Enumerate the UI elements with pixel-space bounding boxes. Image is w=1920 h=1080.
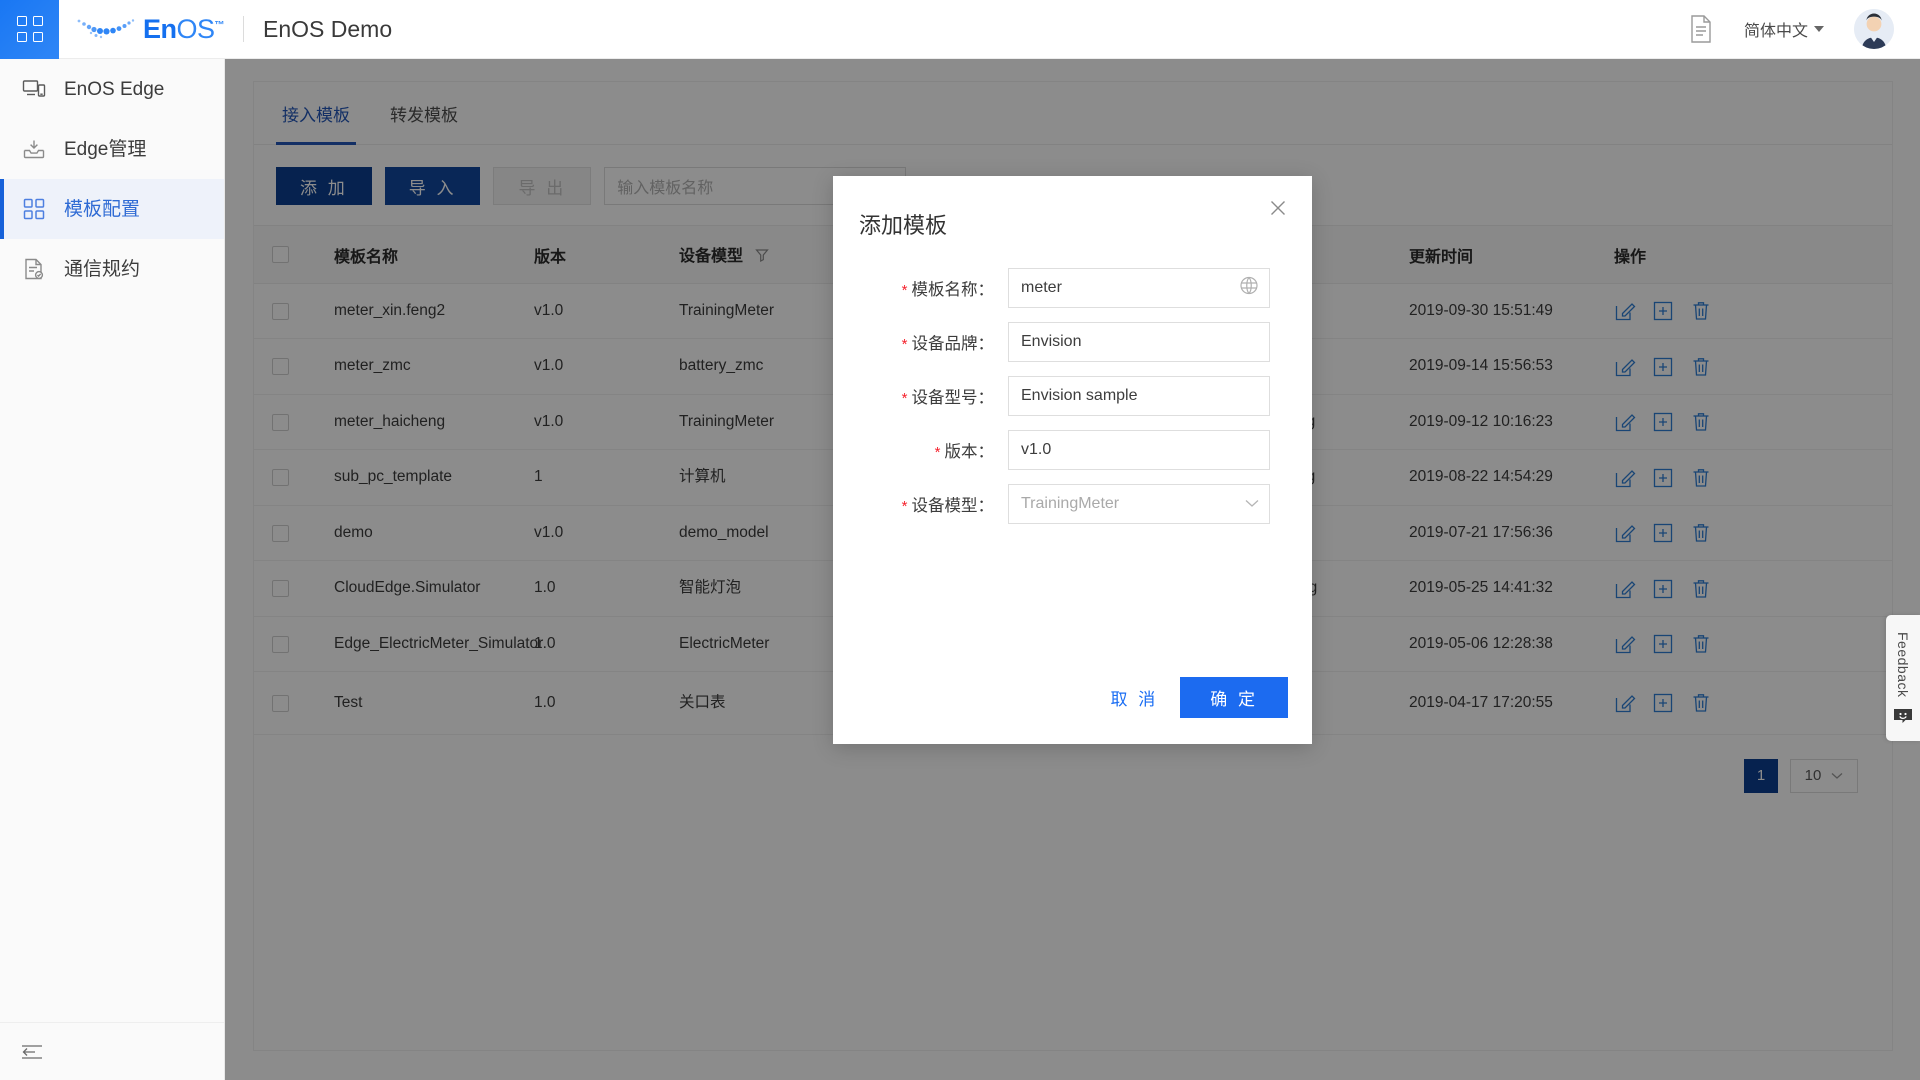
language-label: 简体中文: [1743, 23, 1808, 40]
grid-blocks-icon: [22, 197, 46, 221]
required-asterisk: *: [901, 282, 908, 299]
document-check-icon: [22, 257, 46, 281]
form-row-device-model: * 设备模型： TrainingMeter: [833, 484, 1270, 524]
template-form: * 模板名称： meter * 设备品牌： Envision * 设备型号： E…: [833, 240, 1312, 524]
inbox-download-icon: [22, 137, 46, 161]
label-device-model-no: * 设备型号：: [833, 384, 1008, 408]
sidebar-item-label: Edge管理: [64, 138, 147, 160]
feedback-tab[interactable]: Feedback: [1886, 615, 1920, 741]
chevron-down-icon: [1245, 495, 1259, 513]
input-device-model-no[interactable]: Envision sample: [1008, 376, 1270, 416]
header-actions: 简体中文: [1688, 9, 1920, 49]
brand-wordmark: EnOS™: [143, 13, 225, 45]
edge-device-icon: [22, 77, 46, 101]
input-value: Envision sample: [1021, 387, 1138, 404]
brand: EnOS™ EnOS Demo: [75, 14, 392, 45]
feedback-label: Feedback: [1895, 632, 1911, 698]
label-text: 版本：: [944, 443, 995, 461]
document-icon[interactable]: [1688, 14, 1714, 44]
brand-tm: ™: [214, 19, 225, 31]
form-row-device-model-no: * 设备型号： Envision sample: [833, 376, 1270, 416]
close-icon[interactable]: [1266, 198, 1290, 222]
form-row-device-brand: * 设备品牌： Envision: [833, 322, 1270, 362]
label-text: 设备品牌：: [911, 335, 995, 353]
input-device-brand[interactable]: Envision: [1008, 322, 1270, 362]
label-text: 模板名称：: [911, 281, 995, 299]
input-version[interactable]: v1.0: [1008, 430, 1270, 470]
sidebar-item-edge-management[interactable]: Edge管理: [0, 119, 224, 179]
sidebar-item-label: 通信规约: [64, 258, 141, 280]
sidebar-footer: [0, 1022, 224, 1080]
sidebar-item-label: 模板配置: [64, 198, 141, 220]
grid-apps-icon: [16, 16, 43, 42]
page-title: EnOS Demo: [263, 15, 393, 42]
required-asterisk: *: [901, 498, 908, 515]
required-asterisk: *: [901, 390, 908, 407]
collapse-left-icon[interactable]: [20, 1042, 44, 1062]
sidebar-item-label: EnOS Edge: [64, 78, 165, 100]
sidebar-item-communication-protocol[interactable]: 通信规约: [0, 239, 224, 299]
input-value: v1.0: [1021, 441, 1052, 458]
required-asterisk: *: [901, 336, 908, 353]
required-asterisk: *: [934, 444, 941, 461]
dialog-title: 添加模板: [859, 213, 948, 238]
chevron-down-icon: [1814, 26, 1824, 32]
chat-smile-icon: [1893, 708, 1913, 724]
select-value: TrainingMeter: [1021, 495, 1120, 512]
top-header: EnOS™ EnOS Demo 简体中文: [0, 0, 1920, 59]
label-text: 设备型号：: [911, 389, 995, 407]
sidebar-item-enos-edge[interactable]: EnOS Edge: [0, 59, 224, 119]
avatar[interactable]: [1854, 9, 1894, 49]
enos-logo-icon: [75, 16, 137, 42]
form-row-template-name: * 模板名称： meter: [833, 268, 1270, 308]
select-device-model[interactable]: TrainingMeter: [1008, 484, 1270, 524]
sidebar: EnOS Edge Edge管理 模板配置 通信规约: [0, 59, 225, 1080]
input-value: Envision: [1021, 333, 1082, 350]
dialog-footer: 取 消 确 定: [1111, 677, 1288, 718]
label-text: 设备模型：: [911, 497, 995, 515]
confirm-button[interactable]: 确 定: [1180, 677, 1288, 718]
sidebar-item-template-config[interactable]: 模板配置: [0, 179, 224, 239]
input-value: meter: [1021, 279, 1062, 296]
label-template-name: * 模板名称：: [833, 276, 1008, 300]
cancel-button[interactable]: 取 消: [1111, 685, 1159, 710]
input-template-name[interactable]: meter: [1008, 268, 1270, 308]
add-template-dialog: 添加模板 * 模板名称： meter * 设备品牌： Envision * 设备…: [833, 176, 1312, 744]
label-device-model: * 设备模型：: [833, 492, 1008, 516]
label-device-brand: * 设备品牌：: [833, 330, 1008, 354]
app-launcher-button[interactable]: [0, 0, 59, 59]
form-row-version: * 版本： v1.0: [833, 430, 1270, 470]
header-divider: [243, 16, 245, 42]
globe-language-icon[interactable]: [1239, 276, 1259, 301]
language-selector[interactable]: 简体中文: [1744, 17, 1824, 41]
brand-en: En: [143, 13, 177, 44]
label-version: * 版本：: [833, 438, 1008, 462]
brand-os: OS: [176, 13, 216, 44]
